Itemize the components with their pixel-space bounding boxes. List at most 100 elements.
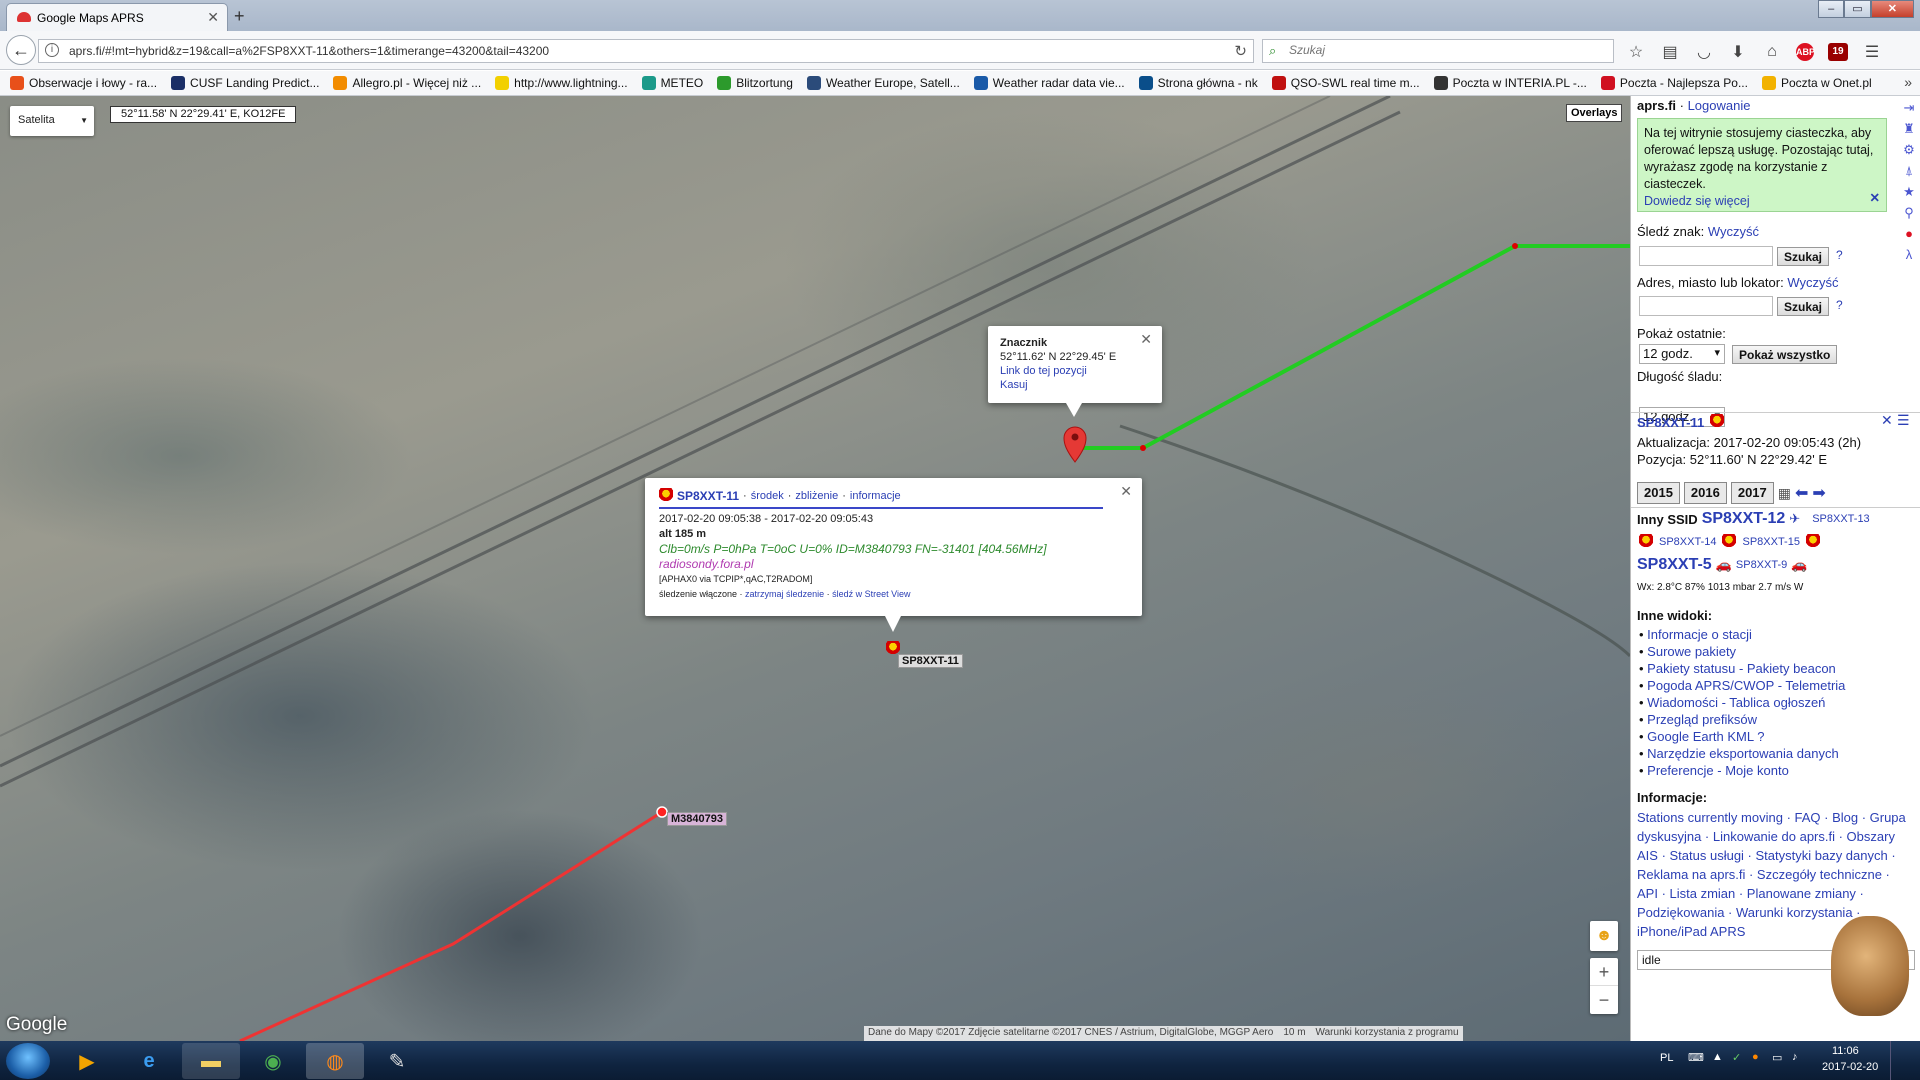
website-link[interactable]: radiosondy.fora.pl xyxy=(659,557,1128,572)
show-hidden-icons[interactable]: ▲ xyxy=(1712,1051,1723,1063)
track-help-link[interactable]: ? xyxy=(1836,248,1843,262)
bookmarks-overflow-icon[interactable]: » xyxy=(1904,74,1912,90)
login-link[interactable]: Logowanie xyxy=(1688,98,1751,113)
close-station-icon[interactable]: ✕ xyxy=(1881,412,1893,429)
firefox-icon[interactable]: ◍ xyxy=(306,1043,364,1079)
show-all-button[interactable]: Pokaż wszystko xyxy=(1732,345,1838,364)
zoom-link[interactable]: zbliżenie xyxy=(795,489,838,504)
bookmark-item[interactable]: METEO xyxy=(641,76,703,90)
other-view-link[interactable]: Narzędzie eksportowania danych xyxy=(1647,746,1839,761)
show-last-select[interactable]: 12 godz. xyxy=(1639,344,1725,364)
other-view-link[interactable]: Pakiety statusu - Pakiety beacon xyxy=(1647,661,1836,676)
site-name[interactable]: aprs.fi xyxy=(1637,98,1676,113)
bookmark-star-icon[interactable]: ☆ xyxy=(1626,42,1646,62)
gear-icon[interactable]: ⚙ xyxy=(1903,142,1915,157)
bookmark-item[interactable]: Weather radar data vie... xyxy=(973,76,1125,90)
address-help-link[interactable]: ? xyxy=(1836,298,1843,312)
address-input[interactable] xyxy=(1639,296,1773,316)
track-search-button[interactable]: Szukaj xyxy=(1777,247,1830,266)
delete-marker-link[interactable]: Kasuj xyxy=(1000,379,1028,391)
stop-tracking-link[interactable]: zatrzymaj śledzenie xyxy=(745,589,824,599)
search-input[interactable] xyxy=(1289,43,1589,57)
network-icon[interactable]: ✓ xyxy=(1732,1051,1741,1064)
search-bar[interactable]: ⌕ xyxy=(1262,39,1614,63)
position-link[interactable]: Link do tej pozycji xyxy=(1000,365,1087,377)
year-button[interactable]: 2017 xyxy=(1730,482,1774,504)
pegman-icon[interactable]: ☻ xyxy=(1590,921,1618,951)
lambda-icon[interactable]: λ xyxy=(1906,247,1913,262)
browser-tab[interactable]: Google Maps APRS ✕ xyxy=(6,3,228,31)
back-button[interactable]: ← xyxy=(6,35,36,65)
language-indicator[interactable]: PL xyxy=(1660,1052,1673,1064)
ssid-link[interactable]: SP8XXT-9 xyxy=(1736,559,1787,571)
ublock-badge[interactable]: 19 xyxy=(1828,43,1848,61)
center-link[interactable]: środek xyxy=(751,489,784,504)
close-popup-icon[interactable]: ✕ xyxy=(1120,484,1132,499)
other-view-link[interactable]: Preferencje - Moje konto xyxy=(1647,763,1789,778)
close-window-button[interactable]: ✕ xyxy=(1870,0,1914,18)
terms-link[interactable]: Warunki korzystania z programu xyxy=(1316,1027,1459,1040)
close-cookie-icon[interactable]: ✕ xyxy=(1870,190,1880,207)
volume-icon[interactable]: ♪ xyxy=(1792,1051,1798,1063)
bookmark-item[interactable]: Weather Europe, Satell... xyxy=(806,76,960,90)
overlays-button[interactable]: Overlays xyxy=(1566,104,1623,122)
year-button[interactable]: 2015 xyxy=(1637,482,1680,504)
bookmark-item[interactable]: Blitzortung xyxy=(717,76,793,90)
app-tray-icon[interactable]: ● xyxy=(1752,1051,1759,1063)
map-type-select[interactable]: Satelita ▼ xyxy=(10,106,94,136)
monitor-icon[interactable]: ▭ xyxy=(1772,1051,1782,1064)
tower-icon[interactable]: ⚲ xyxy=(1904,205,1914,220)
year-button[interactable]: 2016 xyxy=(1683,482,1727,504)
star-icon[interactable]: ★ xyxy=(1903,184,1915,199)
sonde-label[interactable]: M3840793 xyxy=(667,812,727,826)
bookmark-item[interactable]: QSO-SWL real time m... xyxy=(1271,76,1420,90)
other-view-link[interactable]: Przegląd prefiksów xyxy=(1647,712,1757,727)
close-popup-icon[interactable]: ✕ xyxy=(1140,332,1152,346)
bookmark-item[interactable]: Obserwacje i łowy - ra... xyxy=(10,76,157,90)
menu-icon[interactable]: ☰ xyxy=(1862,42,1882,62)
other-view-link[interactable]: Google Earth KML ? xyxy=(1647,729,1764,744)
clear-track-link[interactable]: Wyczyść xyxy=(1708,224,1759,239)
bookmark-item[interactable]: Poczta w INTERIA.PL -... xyxy=(1433,76,1587,90)
home-icon[interactable]: ⌂ xyxy=(1762,43,1782,61)
previous-arrow-icon[interactable]: ⬅ xyxy=(1795,483,1808,503)
show-desktop-button[interactable] xyxy=(1890,1041,1920,1080)
maximize-button[interactable]: ▭ xyxy=(1844,0,1871,18)
cookie-learn-more-link[interactable]: Dowiedz się więcej xyxy=(1644,194,1750,208)
bookmark-item[interactable]: Poczta - Najlepsza Po... xyxy=(1600,76,1748,90)
station-callsign[interactable]: SP8XXT-11 xyxy=(677,489,739,504)
close-tab-icon[interactable]: ✕ xyxy=(207,9,219,26)
address-search-button[interactable]: Szukaj xyxy=(1777,297,1830,316)
new-tab-button[interactable]: + xyxy=(234,6,245,27)
clear-address-link[interactable]: Wyczyść xyxy=(1787,275,1838,290)
map-canvas[interactable]: Satelita ▼ 52°11.58' N 22°29.41' E, KO12… xyxy=(0,96,1630,1041)
info-icon[interactable]: i xyxy=(45,43,59,57)
track-callsign-input[interactable] xyxy=(1639,246,1773,266)
next-arrow-icon[interactable]: ➡ xyxy=(1812,483,1825,503)
antenna-icon[interactable]: ⍋ xyxy=(1905,163,1913,178)
reading-list-icon[interactable]: ▤ xyxy=(1660,42,1680,62)
adblock-icon[interactable]: ABP xyxy=(1796,43,1815,61)
station-label[interactable]: SP8XXT-11 xyxy=(898,654,963,668)
station-callsign-heading[interactable]: SP8XXT-11 xyxy=(1637,415,1704,430)
calendar-icon[interactable]: ▦ xyxy=(1778,485,1791,502)
start-button[interactable] xyxy=(6,1043,50,1079)
chrome-icon[interactable]: ◉ xyxy=(244,1043,302,1079)
ssid-link[interactable]: SP8XXT-15 xyxy=(1742,536,1799,548)
clock-date[interactable]: 2017-02-20 xyxy=(1822,1061,1878,1073)
zoom-in-button[interactable]: + xyxy=(1590,958,1618,986)
paint-icon[interactable]: ✎ xyxy=(368,1043,426,1079)
collapse-panel-icon[interactable]: ⇥ xyxy=(1904,100,1915,115)
other-view-link[interactable]: Informacje o stacji xyxy=(1647,627,1752,642)
keyboard-icon[interactable]: ⌨ xyxy=(1688,1051,1704,1064)
ssid-link[interactable]: SP8XXT-14 xyxy=(1659,536,1716,548)
bookmark-item[interactable]: Strona główna - nk xyxy=(1138,76,1258,90)
reload-icon[interactable]: ↻ xyxy=(1234,42,1247,60)
minimize-button[interactable]: – xyxy=(1818,0,1845,18)
ssid-link[interactable]: SP8XXT-5 xyxy=(1637,556,1712,574)
file-explorer-icon[interactable]: ▬ xyxy=(182,1043,240,1079)
other-view-link[interactable]: Surowe pakiety xyxy=(1647,644,1736,659)
info-link[interactable]: informacje xyxy=(850,489,901,504)
pocket-icon[interactable]: ◡ xyxy=(1694,42,1714,62)
scale-bar[interactable]: 10 m xyxy=(1283,1027,1305,1040)
